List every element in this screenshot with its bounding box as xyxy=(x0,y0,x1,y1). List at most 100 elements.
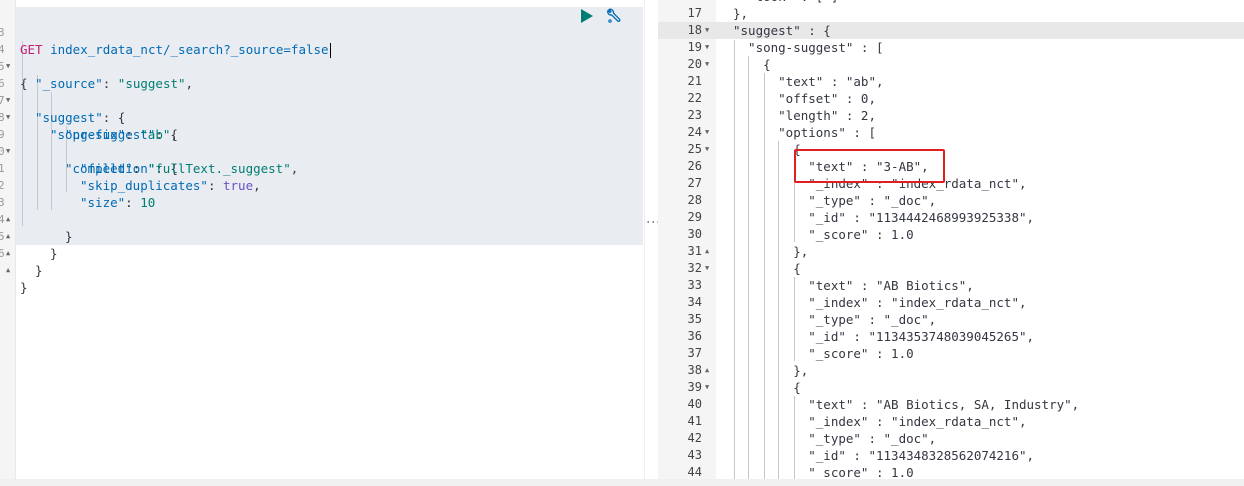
response-line: 20 ▼ { xyxy=(658,56,1244,73)
line-number: 28 xyxy=(687,193,702,207)
response-line: 26 "text" : "3-AB", xyxy=(658,158,1244,175)
line-number: 31 xyxy=(687,244,702,258)
response-code-text: "_index" : "index_rdata_nct", xyxy=(733,414,1027,429)
line-number: 21 xyxy=(687,74,702,88)
line-number: 43 xyxy=(687,448,702,462)
line-number: 27 xyxy=(687,176,702,190)
response-line: 43 "_id" : "1134348328562074216", xyxy=(658,447,1244,464)
response-line: 21 "text" : "ab", xyxy=(658,73,1244,90)
response-line: 25 ▼ { xyxy=(658,141,1244,158)
send-request-play-icon[interactable] xyxy=(581,9,593,23)
response-line: 37 "_score" : 1.0 xyxy=(658,345,1244,362)
resize-handle-icon[interactable]: ⋮ xyxy=(645,215,661,229)
response-code-text: "options" : [ xyxy=(733,125,876,140)
code-line: 1 "skip_duplicates": true, xyxy=(0,162,261,193)
response-line: 27 "_index" : "index_rdata_nct", xyxy=(658,175,1244,192)
code-line: 0 "field": "fullText._suggest", xyxy=(0,145,299,176)
response-code-text: "_id" : "1134442468993925338", xyxy=(733,210,1035,225)
response-code-text: "_type" : "_doc", xyxy=(733,193,937,208)
line-number: 26 xyxy=(687,159,702,173)
response-line: 22 "offset" : 0, xyxy=(658,90,1244,107)
response-line: 18 ▼ "suggest" : { xyxy=(658,22,1244,39)
line-number: 23 xyxy=(687,108,702,122)
line-number: 42 xyxy=(687,431,702,445)
response-code-text: "_id" : "1134348328562074216", xyxy=(733,448,1035,463)
wrench-icon[interactable] xyxy=(604,8,622,26)
response-line: 31 ▲ }, xyxy=(658,243,1244,260)
annotation-highlight-box xyxy=(794,149,945,183)
response-code[interactable]: 16 "took" : [ ]17},18▼"suggest" : {19▼ "… xyxy=(658,0,1244,481)
line-number: 41 xyxy=(687,414,702,428)
line-number: 38 xyxy=(687,363,702,377)
response-line: 39 ▼ { xyxy=(658,379,1244,396)
fold-toggle-icon[interactable]: ▲ xyxy=(6,262,10,279)
response-code-text: "song-suggest" : [ xyxy=(733,40,884,55)
line-number: 20 xyxy=(687,57,702,71)
response-code-text: { xyxy=(733,261,801,276)
line-number: 29 xyxy=(687,210,702,224)
code-line: 5 ▲ } xyxy=(0,230,43,278)
response-line: 40 "text" : "AB Biotics, SA, Industry", xyxy=(658,396,1244,413)
response-code-text: "length" : 2, xyxy=(733,108,876,123)
response-code-text: "_id" : "1134353748039045265", xyxy=(733,329,1035,344)
line-number: 17 xyxy=(687,6,702,20)
fold-toggle-icon[interactable]: ▼ xyxy=(705,124,709,141)
response-line: 33 "text" : "AB Biotics", xyxy=(658,277,1244,294)
line-number: 30 xyxy=(687,227,702,241)
line-number: 18 xyxy=(687,23,702,37)
code-line: 3 ▲ } xyxy=(0,196,73,244)
response-line: 17}, xyxy=(658,5,1244,22)
response-code-text: "offset" : 0, xyxy=(733,91,876,106)
code-line: 9 ▼ "completion": { xyxy=(0,128,178,176)
response-code-text: }, xyxy=(733,363,809,378)
response-code-text: }, xyxy=(733,244,809,259)
code-line: 5 "_source": "suggest", xyxy=(0,60,194,91)
code-line: 7 ▼ "song-suggest": { xyxy=(0,94,178,142)
response-line: 32 ▼ { xyxy=(658,260,1244,277)
line-number: 25 xyxy=(687,142,702,156)
line-number: 33 xyxy=(687,278,702,292)
line-number: 40 xyxy=(687,397,702,411)
fold-toggle-icon[interactable]: ▼ xyxy=(705,141,709,158)
response-line: 28 "_type" : "_doc", xyxy=(658,192,1244,209)
response-line: 41 "_index" : "index_rdata_nct", xyxy=(658,413,1244,430)
response-line: 24 ▼ "options" : [ xyxy=(658,124,1244,141)
fold-toggle-icon[interactable]: ▲ xyxy=(705,243,709,260)
fold-toggle-icon[interactable]: ▼ xyxy=(705,39,709,56)
response-code-text: "_type" : "_doc", xyxy=(733,312,937,327)
response-code-text: "_index" : "index_rdata_nct", xyxy=(733,295,1027,310)
response-line: 38 ▲ }, xyxy=(658,362,1244,379)
line-number: 36 xyxy=(687,329,702,343)
code-line: 6 ▼ "suggest": { xyxy=(0,77,126,125)
response-viewer[interactable]: 16 "took" : [ ]17},18▼"suggest" : {19▼ "… xyxy=(658,0,1244,486)
response-code-text: "text" : "AB Biotics", xyxy=(733,278,974,293)
code-line: 2 "size": 10 xyxy=(0,179,156,210)
console-app: 3 GET index_rdata_nct/_search?_source=fa… xyxy=(0,0,1244,486)
response-line: 23 "length" : 2, xyxy=(658,107,1244,124)
response-line: 42 "_type" : "_doc", xyxy=(658,430,1244,447)
response-code-text: "text" : "AB Biotics, SA, Industry", xyxy=(733,397,1080,412)
response-code-text: { xyxy=(733,380,801,395)
line-number: 34 xyxy=(687,295,702,309)
request-editor[interactable]: 3 GET index_rdata_nct/_search?_source=fa… xyxy=(0,0,644,486)
response-line: 35 "_type" : "_doc", xyxy=(658,311,1244,328)
code-line: 4 ▲ } xyxy=(0,213,58,261)
response-code-text: { xyxy=(733,142,801,157)
fold-toggle-icon[interactable]: ▼ xyxy=(705,56,709,73)
fold-toggle-icon[interactable]: ▼ xyxy=(705,22,709,39)
request-code[interactable]: 3 GET index_rdata_nct/_search?_source=fa… xyxy=(0,7,643,295)
line-number: 39 xyxy=(687,380,702,394)
code-line: 6 ▲ } xyxy=(0,247,28,295)
response-code-text: "_score" : 1.0 xyxy=(733,346,914,361)
line-number: 24 xyxy=(687,125,702,139)
horizontal-scrollbar[interactable] xyxy=(0,479,1244,486)
response-code-text: "_score" : 1.0 xyxy=(733,227,914,242)
code-line: 3 GET index_rdata_nct/_search?_source=fa… xyxy=(0,7,643,58)
response-line: 19 ▼ "song-suggest" : [ xyxy=(658,39,1244,56)
response-line: 36 "_id" : "1134353748039045265", xyxy=(658,328,1244,345)
line-number: 22 xyxy=(687,91,702,105)
response-code-text: "suggest" : { xyxy=(733,23,831,38)
fold-toggle-icon[interactable]: ▼ xyxy=(705,379,709,396)
fold-toggle-icon[interactable]: ▲ xyxy=(705,362,709,379)
fold-toggle-icon[interactable]: ▼ xyxy=(705,260,709,277)
